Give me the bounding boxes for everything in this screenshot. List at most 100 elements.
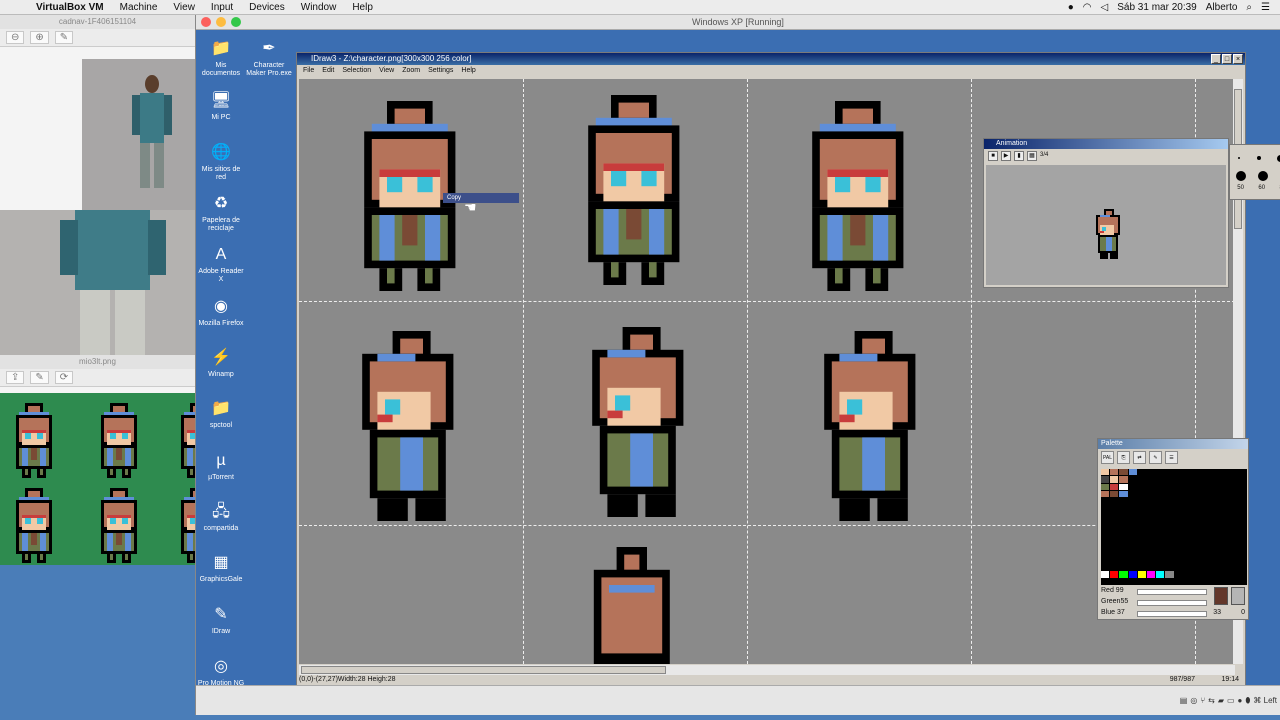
brush-size-50[interactable] (1236, 171, 1246, 181)
palette-swatch[interactable] (1137, 490, 1146, 498)
palette-swatch[interactable] (1119, 549, 1128, 556)
palette-swatch[interactable] (1238, 490, 1247, 498)
menu-devices[interactable]: Devices (241, 2, 293, 13)
palette-swatch[interactable] (1202, 512, 1211, 520)
menu-help[interactable]: Help (461, 65, 475, 76)
palette-swatch[interactable] (1146, 469, 1156, 476)
palette-swatch[interactable] (1238, 483, 1247, 490)
sprite-frame[interactable] (571, 547, 693, 664)
menu-help[interactable]: Help (344, 2, 381, 13)
palette-swatch[interactable] (1110, 469, 1119, 476)
palette-swatch[interactable] (1119, 571, 1128, 578)
rotate-icon[interactable]: ⟳ (54, 371, 74, 384)
pen-icon[interactable]: ✎ (54, 31, 74, 44)
zoom-in-icon[interactable]: ⊕ (30, 31, 49, 44)
palette-swatch[interactable] (1110, 527, 1119, 534)
palette-swatch[interactable] (1128, 534, 1137, 542)
menu-app[interactable]: VirtualBox VM (28, 2, 112, 13)
mouse-icon[interactable]: ⬮ (1245, 696, 1250, 706)
clock[interactable]: Sáb 31 mar 20:39 (1117, 2, 1197, 13)
palette-swatch[interactable] (1202, 520, 1211, 527)
palette-swatch[interactable] (1146, 476, 1156, 483)
palette-swatch[interactable] (1174, 483, 1183, 490)
palette-swatch[interactable] (1165, 483, 1174, 490)
palette-swatch[interactable] (1229, 490, 1238, 498)
minimize-icon[interactable] (216, 17, 226, 27)
palette-swatch[interactable] (1119, 483, 1128, 490)
palette-swatch[interactable] (1110, 534, 1119, 542)
volume-icon[interactable]: ◁ (1101, 2, 1109, 13)
palette-swatch[interactable] (1183, 549, 1192, 556)
palette-swatch[interactable] (1101, 512, 1110, 520)
palette-swatch[interactable] (1174, 490, 1183, 498)
menu-file[interactable]: File (303, 65, 314, 76)
palette-swatch[interactable] (1110, 556, 1119, 564)
palette-swatch[interactable] (1211, 490, 1220, 498)
palette-swatch[interactable] (1128, 505, 1137, 512)
zoom-out-icon[interactable]: ⊖ (6, 31, 25, 44)
palette-swatch[interactable] (1183, 490, 1192, 498)
palette-swatch[interactable] (1211, 505, 1220, 512)
menu-selection[interactable]: Selection (342, 65, 371, 76)
palette-swatch[interactable] (1238, 578, 1247, 585)
palette-swatch[interactable] (1101, 520, 1110, 527)
palette-swatch[interactable] (1202, 469, 1211, 476)
sprite-frame[interactable] (809, 331, 931, 532)
palette-swatch[interactable] (1229, 527, 1238, 534)
palette-swatch[interactable] (1119, 527, 1128, 534)
palette-swatch[interactable] (1137, 534, 1146, 542)
palette-swatch[interactable] (1101, 498, 1110, 505)
palette-swatch[interactable] (1229, 498, 1238, 505)
palette-swatch[interactable] (1146, 571, 1156, 578)
palette-swatch[interactable] (1220, 556, 1229, 564)
palette-swatch[interactable] (1137, 469, 1146, 476)
palette-swatch[interactable] (1238, 542, 1247, 549)
desktop-icon[interactable]: ▦ GraphicsGale (196, 552, 246, 584)
sprite-frame[interactable] (577, 327, 699, 528)
palette-swatch[interactable] (1101, 564, 1110, 571)
palette-swatch[interactable] (1229, 542, 1238, 549)
palette-swatch[interactable] (1202, 476, 1211, 483)
desktop-icon[interactable]: µ µTorrent (196, 450, 246, 482)
palette-swatch[interactable] (1119, 556, 1128, 564)
palette-swatch[interactable] (1110, 476, 1119, 483)
palette-swatch[interactable] (1192, 512, 1202, 520)
palette-swatch[interactable] (1101, 527, 1110, 534)
palette-swatch[interactable] (1229, 534, 1238, 542)
palette-swatch[interactable] (1146, 534, 1156, 542)
grid-icon[interactable]: ▦ (1027, 151, 1037, 161)
palette-swatch[interactable] (1110, 490, 1119, 498)
cd-icon[interactable]: ◎ (1190, 696, 1197, 706)
desktop-icon[interactable]: 📁 Mis documentos (196, 38, 246, 78)
close-button[interactable]: × (1233, 54, 1243, 64)
palette-swatch[interactable] (1101, 490, 1110, 498)
palette-swatch[interactable] (1165, 512, 1174, 520)
palette-swatch[interactable] (1165, 571, 1174, 578)
palette-swatch[interactable] (1174, 556, 1183, 564)
palette-swatch[interactable] (1174, 534, 1183, 542)
menu-machine[interactable]: Machine (112, 2, 166, 13)
brush-size-2[interactable] (1256, 156, 1261, 160)
list-icon[interactable]: ☰ (1261, 2, 1270, 13)
palette-swatch[interactable] (1202, 527, 1211, 534)
palette-swatch[interactable] (1229, 564, 1238, 571)
palette-swatch[interactable] (1137, 505, 1146, 512)
palette-swatch[interactable] (1192, 483, 1202, 490)
palette-swatch[interactable] (1220, 512, 1229, 520)
palette-swatch[interactable] (1211, 527, 1220, 534)
palette-swatch[interactable] (1137, 476, 1146, 483)
palette-swatch[interactable] (1165, 564, 1174, 571)
palette-swatch[interactable] (1156, 490, 1165, 498)
palette-swatch[interactable] (1128, 520, 1137, 527)
palette-swatch[interactable] (1220, 476, 1229, 483)
pen-icon[interactable]: ✎ (30, 371, 49, 384)
palette-swatch[interactable] (1229, 549, 1238, 556)
desktop-icon[interactable]: ♻ Papelera de reciclaje (196, 193, 246, 233)
palette-swatch[interactable] (1229, 469, 1238, 476)
pause-icon[interactable]: ▮ (1014, 151, 1024, 161)
palette-swatch[interactable] (1101, 549, 1110, 556)
brush-size-1[interactable] (1238, 157, 1241, 159)
record-icon[interactable]: ● (1068, 2, 1074, 13)
palette-swatch[interactable] (1146, 564, 1156, 571)
palette-swatch[interactable] (1211, 571, 1220, 578)
